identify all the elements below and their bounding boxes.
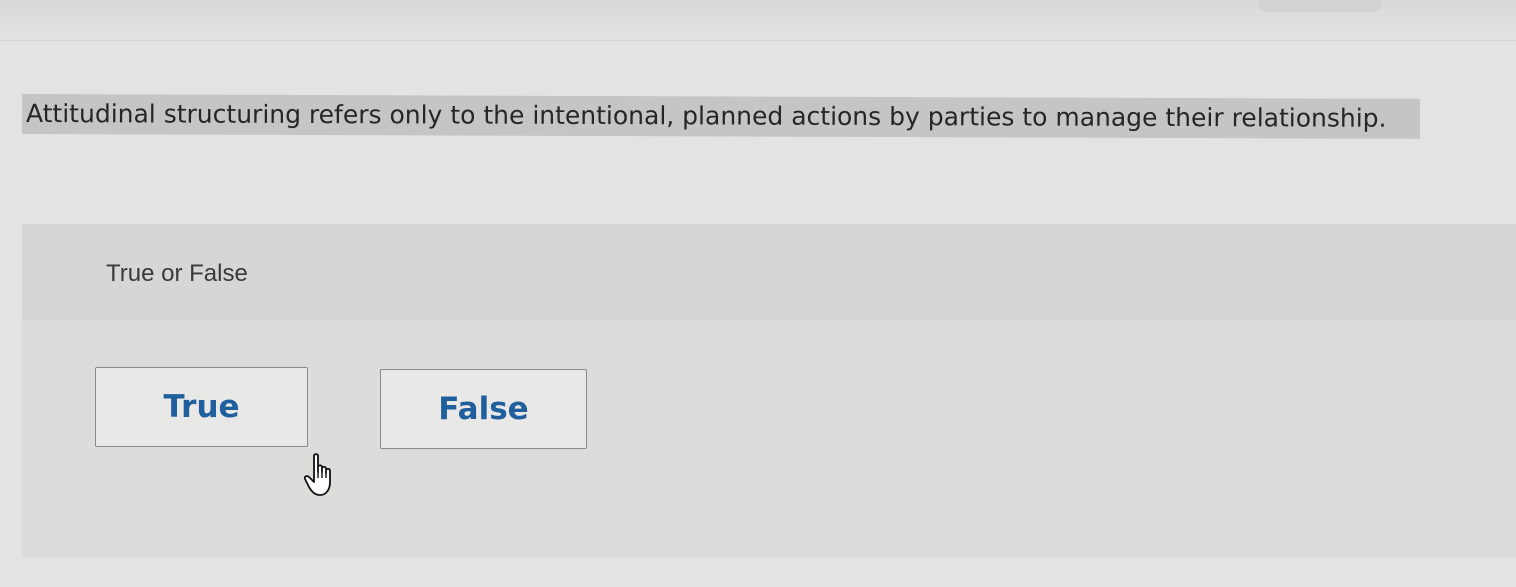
question-text: Attitudinal structuring refers only to t… — [21, 94, 1421, 139]
true-button[interactable]: True — [95, 367, 308, 447]
hand-pointer-icon — [303, 453, 331, 496]
false-button[interactable]: False — [380, 369, 587, 449]
top-tab — [1258, 0, 1382, 12]
top-bar — [0, 0, 1516, 41]
question-type-label: True or False — [106, 260, 248, 287]
answer-panel-header: True or False — [22, 224, 1516, 320]
